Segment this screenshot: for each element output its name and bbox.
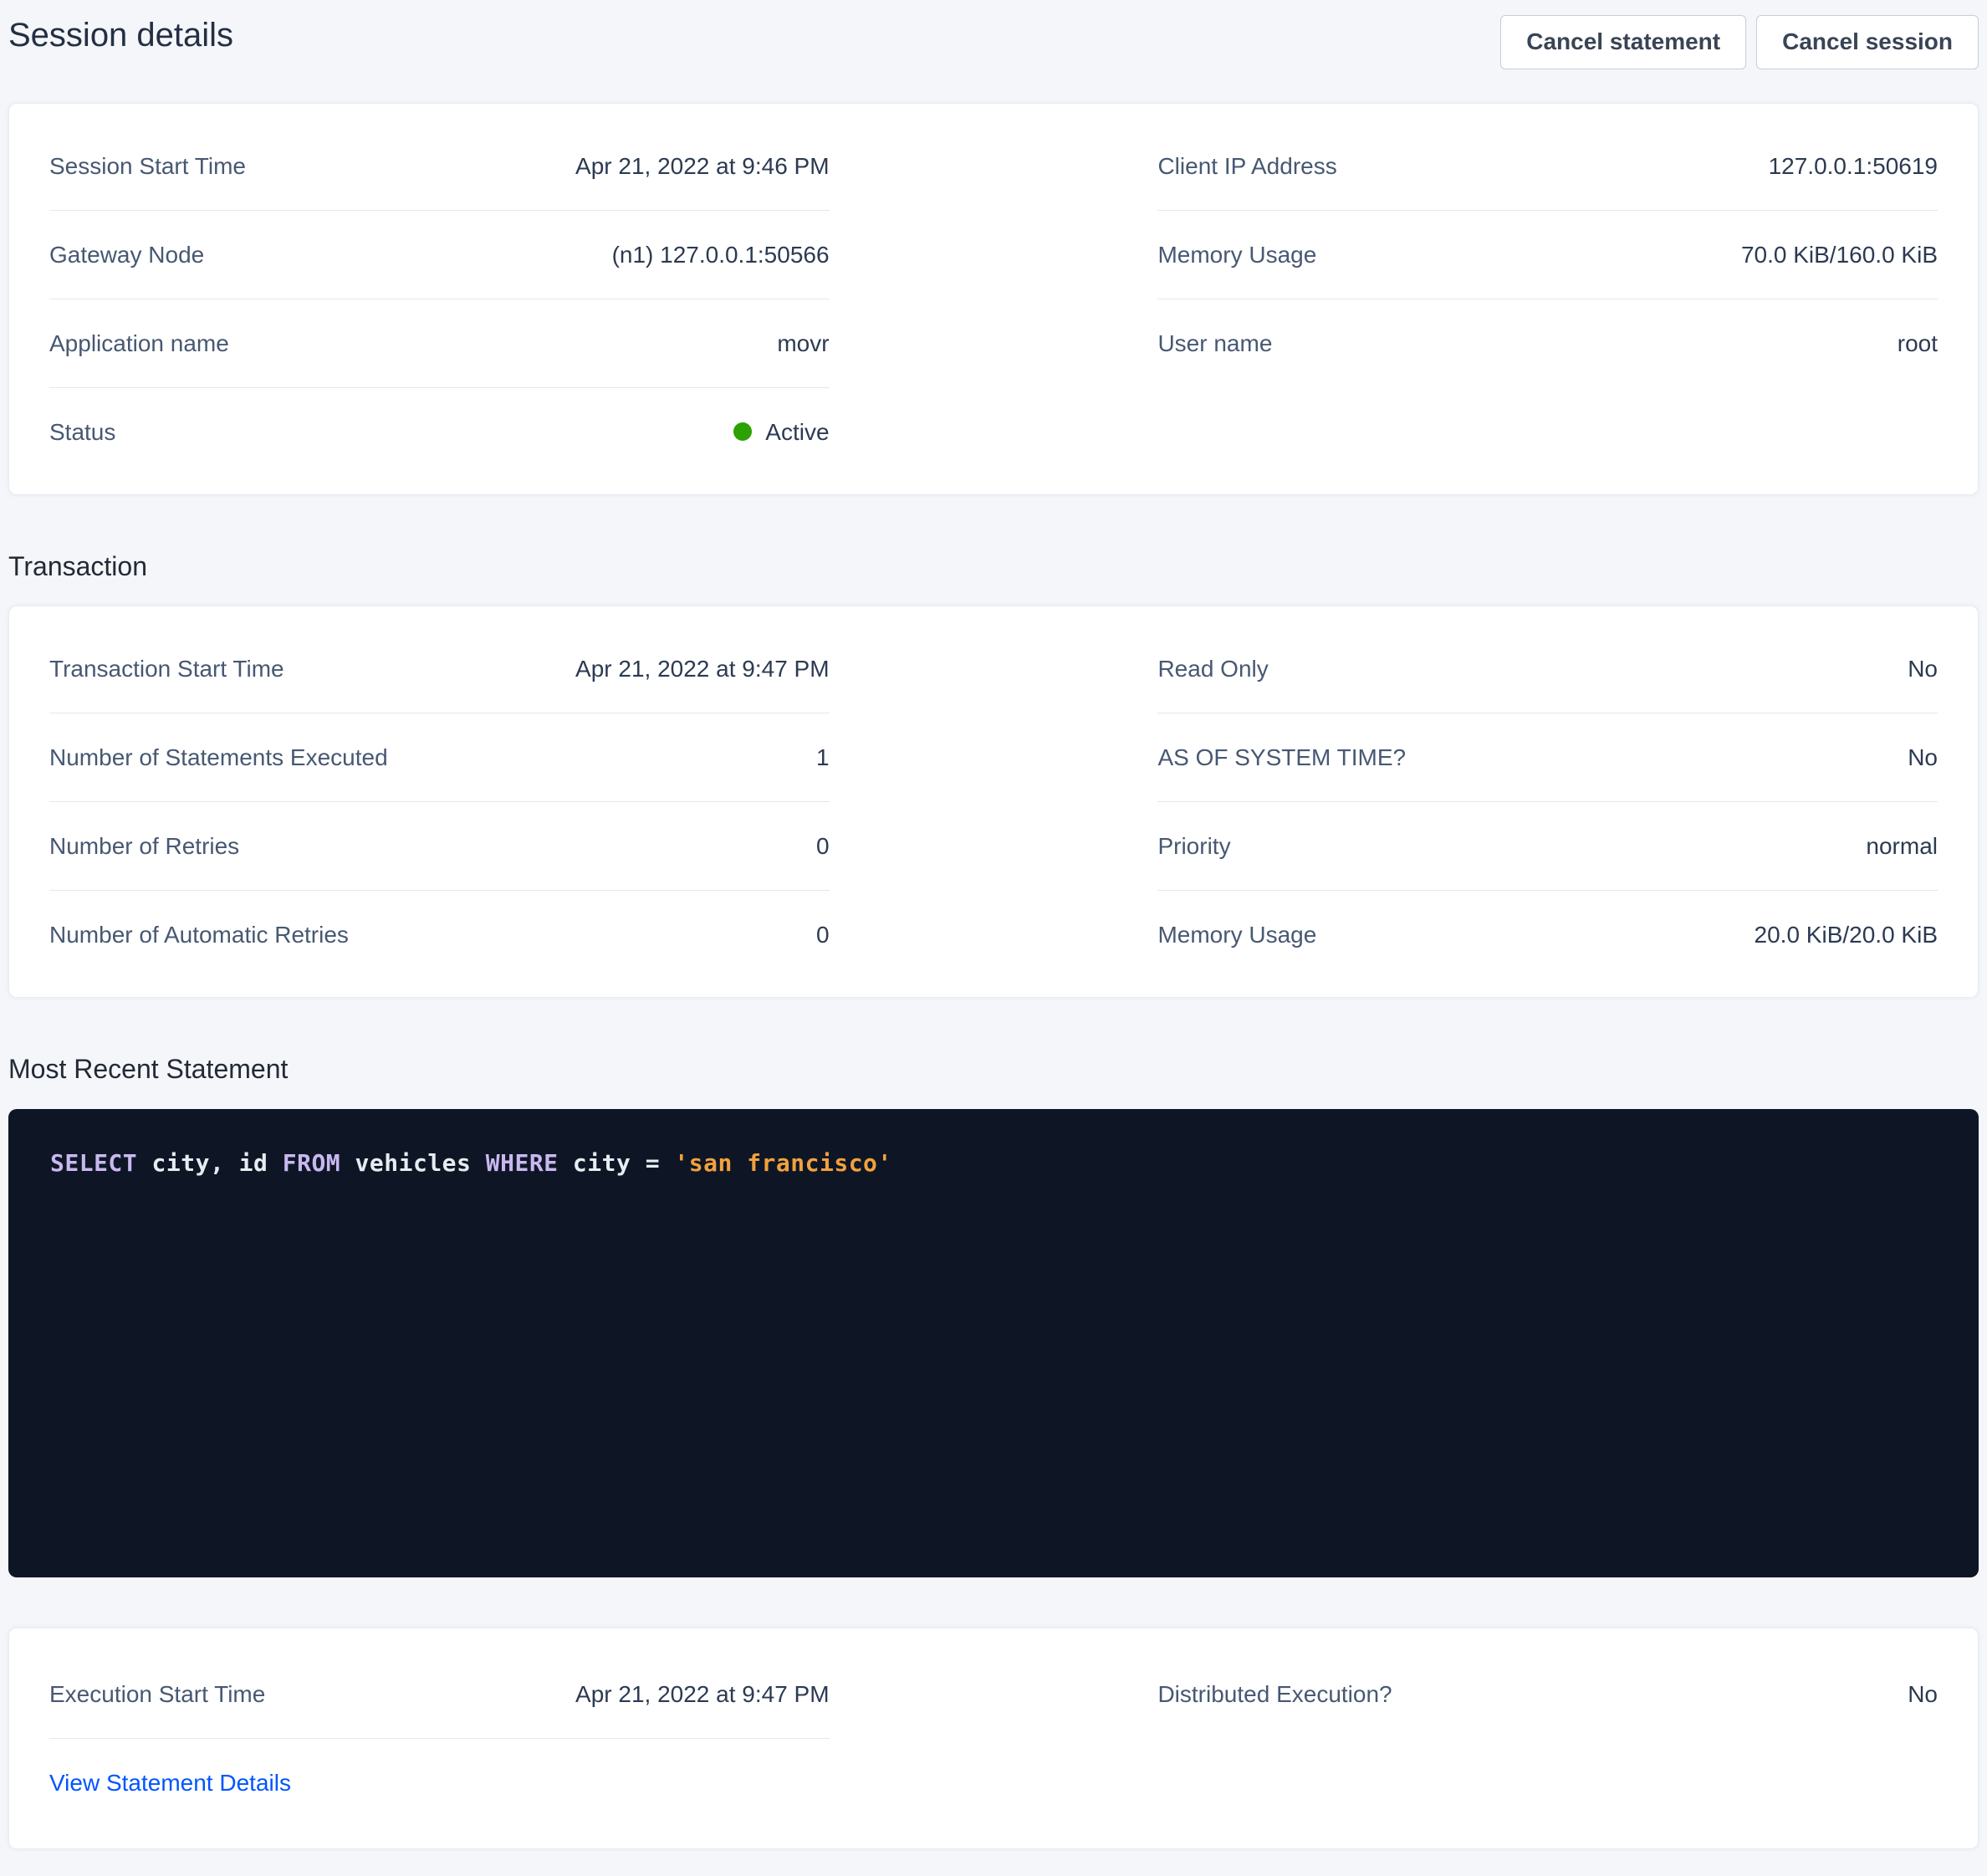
- status-badge: Active: [733, 417, 829, 447]
- row-label: Application name: [49, 329, 229, 358]
- row-transaction-memory-usage: Memory Usage 20.0 KiB/20.0 KiB: [1157, 891, 1938, 979]
- sql-token-plain: city, id: [137, 1149, 283, 1177]
- row-value: normal: [1866, 831, 1938, 861]
- row-session-start-time: Session Start Time Apr 21, 2022 at 9:46 …: [49, 122, 830, 211]
- cancel-statement-button[interactable]: Cancel statement: [1500, 15, 1746, 69]
- row-label: Memory Usage: [1157, 920, 1316, 949]
- row-value: No: [1908, 654, 1938, 683]
- cancel-session-button[interactable]: Cancel session: [1756, 15, 1979, 69]
- row-read-only: Read Only No: [1157, 625, 1938, 713]
- row-user-name: User name root: [1157, 299, 1938, 387]
- row-label: Number of Automatic Retries: [49, 920, 349, 949]
- row-value: 1: [816, 743, 830, 772]
- transaction-section-heading: Transaction: [8, 550, 1979, 582]
- row-number-of-retries: Number of Retries 0: [49, 802, 830, 891]
- row-value: No: [1908, 1679, 1938, 1709]
- row-label: Priority: [1157, 831, 1230, 861]
- row-label: Distributed Execution?: [1157, 1679, 1392, 1709]
- row-label: Status: [49, 417, 115, 447]
- row-gateway-node: Gateway Node (n1) 127.0.0.1:50566: [49, 211, 830, 299]
- status-text: Active: [765, 417, 829, 447]
- execution-left-column: Execution Start Time Apr 21, 2022 at 9:4…: [49, 1650, 830, 1827]
- sql-token-plain: city =: [559, 1149, 675, 1177]
- row-label: Execution Start Time: [49, 1679, 265, 1709]
- transaction-card: Transaction Start Time Apr 21, 2022 at 9…: [8, 606, 1979, 998]
- execution-right-column: Distributed Execution? No: [1157, 1650, 1938, 1827]
- sql-statement-box: SELECT city, id FROM vehicles WHERE city…: [8, 1109, 1979, 1577]
- sql-token-plain: vehicles: [340, 1149, 486, 1177]
- row-label: Gateway Node: [49, 240, 204, 269]
- row-label: Memory Usage: [1157, 240, 1316, 269]
- sql-token-keyword: SELECT: [50, 1149, 137, 1177]
- statement-section-heading: Most Recent Statement: [8, 1053, 1979, 1085]
- row-value: Apr 21, 2022 at 9:47 PM: [575, 1679, 830, 1709]
- row-label: AS OF SYSTEM TIME?: [1157, 743, 1406, 772]
- row-memory-usage: Memory Usage 70.0 KiB/160.0 KiB: [1157, 211, 1938, 299]
- row-value: 70.0 KiB/160.0 KiB: [1741, 240, 1938, 269]
- page-title: Session details: [8, 15, 233, 55]
- row-label: Read Only: [1157, 654, 1268, 683]
- status-active-dot-icon: [733, 422, 752, 441]
- row-label: Number of Statements Executed: [49, 743, 388, 772]
- row-label: Transaction Start Time: [49, 654, 284, 683]
- session-summary-left-column: Session Start Time Apr 21, 2022 at 9:46 …: [49, 122, 830, 476]
- view-statement-details-link[interactable]: View Statement Details: [49, 1768, 291, 1797]
- row-value: 0: [816, 920, 830, 949]
- row-value: 127.0.0.1:50619: [1769, 151, 1938, 181]
- row-view-statement-details: View Statement Details: [49, 1739, 830, 1827]
- session-details-page: Session details Cancel statement Cancel …: [0, 0, 1987, 1876]
- row-value: No: [1908, 743, 1938, 772]
- row-transaction-start-time: Transaction Start Time Apr 21, 2022 at 9…: [49, 625, 830, 713]
- transaction-left-column: Transaction Start Time Apr 21, 2022 at 9…: [49, 625, 830, 979]
- session-summary-right-column: Client IP Address 127.0.0.1:50619 Memory…: [1157, 122, 1938, 476]
- row-value: Apr 21, 2022 at 9:47 PM: [575, 654, 830, 683]
- session-summary-card: Session Start Time Apr 21, 2022 at 9:46 …: [8, 103, 1979, 495]
- sql-statement-text: SELECT city, id FROM vehicles WHERE city…: [50, 1149, 1937, 1177]
- row-client-ip-address: Client IP Address 127.0.0.1:50619: [1157, 122, 1938, 211]
- execution-details-card: Execution Start Time Apr 21, 2022 at 9:4…: [8, 1628, 1979, 1849]
- row-execution-start-time: Execution Start Time Apr 21, 2022 at 9:4…: [49, 1650, 830, 1739]
- header-actions: Cancel statement Cancel session: [1500, 15, 1979, 69]
- row-priority: Priority normal: [1157, 802, 1938, 891]
- page-header: Session details Cancel statement Cancel …: [8, 13, 1979, 69]
- row-application-name: Application name movr: [49, 299, 830, 388]
- sql-token-string: 'san francisco': [674, 1149, 891, 1177]
- row-as-of-system-time: AS OF SYSTEM TIME? No: [1157, 713, 1938, 802]
- row-statements-executed: Number of Statements Executed 1: [49, 713, 830, 802]
- row-value: 20.0 KiB/20.0 KiB: [1755, 920, 1938, 949]
- sql-token-keyword: WHERE: [486, 1149, 559, 1177]
- row-automatic-retries: Number of Automatic Retries 0: [49, 891, 830, 979]
- row-label: Session Start Time: [49, 151, 246, 181]
- row-status: Status Active: [49, 388, 830, 476]
- transaction-right-column: Read Only No AS OF SYSTEM TIME? No Prior…: [1157, 625, 1938, 979]
- row-value: 0: [816, 831, 830, 861]
- sql-token-keyword: FROM: [283, 1149, 340, 1177]
- row-label: Client IP Address: [1157, 151, 1336, 181]
- gateway-node-link[interactable]: (n1) 127.0.0.1:50566: [612, 240, 830, 269]
- row-label: Number of Retries: [49, 831, 239, 861]
- row-distributed-execution: Distributed Execution? No: [1157, 1650, 1938, 1738]
- row-value: movr: [777, 329, 829, 358]
- row-value: root: [1898, 329, 1938, 358]
- row-label: User name: [1157, 329, 1272, 358]
- row-value: Apr 21, 2022 at 9:46 PM: [575, 151, 830, 181]
